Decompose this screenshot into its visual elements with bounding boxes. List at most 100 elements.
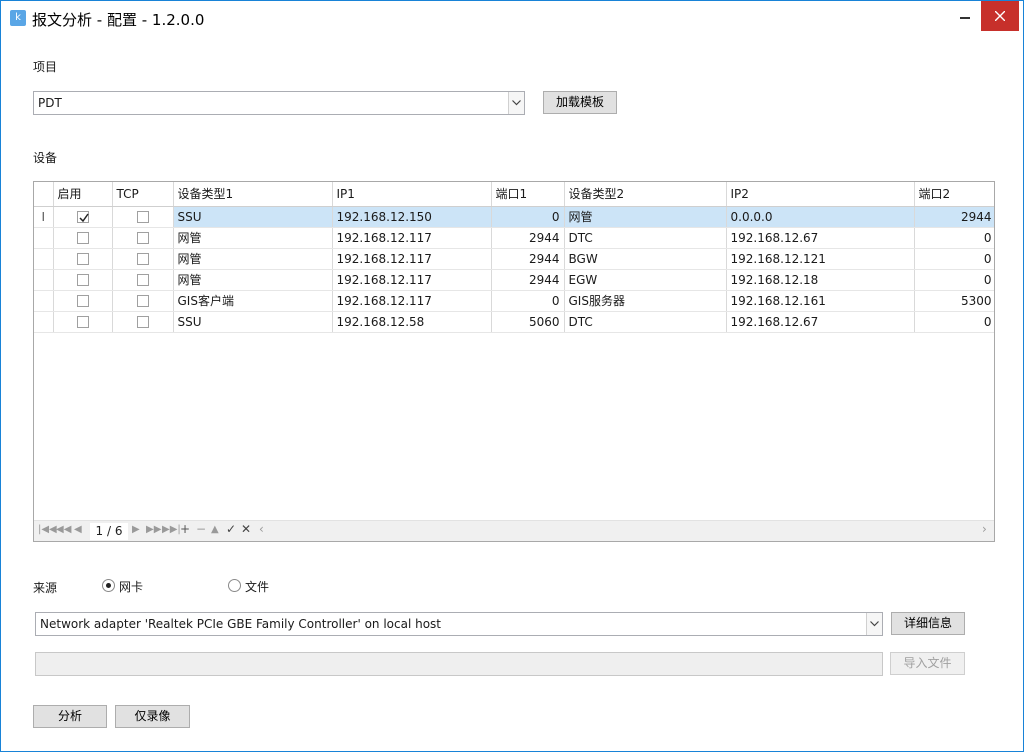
load-template-button[interactable]: 加载模板 <box>543 91 617 114</box>
scroll-left-icon[interactable]: ‹ <box>259 522 264 536</box>
prev-page-icon[interactable]: ◀◀ <box>56 524 71 535</box>
row-indicator[interactable] <box>34 269 54 291</box>
tcp-checkbox[interactable] <box>136 232 149 244</box>
cell-ip2[interactable]: 192.168.12.67 <box>726 311 915 333</box>
tcp-checkbox[interactable] <box>136 316 149 328</box>
cancel-edit-icon[interactable]: ✕ <box>241 522 251 536</box>
cell-port1[interactable]: 0 <box>491 206 565 228</box>
enabled-checkbox[interactable] <box>76 253 89 265</box>
cell-tcp[interactable] <box>112 311 174 333</box>
first-page-icon[interactable]: |◀◀ <box>38 524 57 535</box>
column-header-type2[interactable]: 设备类型2 <box>564 182 727 207</box>
row-indicator[interactable]: I <box>34 206 54 228</box>
close-button[interactable] <box>981 1 1019 31</box>
cell-ip2[interactable]: 0.0.0.0 <box>726 206 915 228</box>
enabled-checkbox[interactable] <box>76 232 89 244</box>
table-row[interactable]: GIS客户端 192.168.12.117 0 GIS服务器 192.168.12.16… <box>34 290 994 312</box>
import-file-button[interactable]: 导入文件 <box>890 652 965 675</box>
enabled-checkbox[interactable] <box>76 211 89 223</box>
cell-port2[interactable]: 0 <box>914 311 994 333</box>
row-indicator[interactable] <box>34 311 54 333</box>
cell-ip1[interactable]: 192.168.12.58 <box>332 311 492 333</box>
radio-network-card-label[interactable]: 网卡 <box>119 578 143 595</box>
column-header-ip2[interactable]: IP2 <box>726 182 915 207</box>
cell-tcp[interactable] <box>112 290 174 312</box>
cell-type1[interactable]: SSU <box>173 206 333 228</box>
cell-enabled[interactable] <box>53 290 113 312</box>
cell-type2[interactable]: BGW <box>564 248 727 270</box>
tcp-checkbox[interactable] <box>136 274 149 286</box>
next-page-icon[interactable]: ▶▶ <box>146 524 161 535</box>
table-row[interactable]: 网管 192.168.12.117 2944 EGW 192.168.12.18 0 <box>34 269 994 291</box>
cell-type2[interactable]: 网管 <box>564 206 727 228</box>
cell-port1[interactable]: 2944 <box>491 269 565 291</box>
cell-type2[interactable]: EGW <box>564 269 727 291</box>
next-row-icon[interactable]: ▶ <box>132 524 140 535</box>
remove-row-icon[interactable]: − <box>196 522 206 536</box>
column-header-port2[interactable]: 端口2 <box>914 182 994 207</box>
enabled-checkbox[interactable] <box>76 274 89 286</box>
table-row[interactable]: 网管 192.168.12.117 2944 DTC 192.168.12.67 0 <box>34 227 994 249</box>
cell-ip1[interactable]: 192.168.12.117 <box>332 290 492 312</box>
cell-type1[interactable]: 网管 <box>173 269 333 291</box>
edit-row-icon[interactable]: ▲ <box>211 524 219 535</box>
minimize-button[interactable] <box>949 1 979 31</box>
adapter-select[interactable]: Network adapter 'Realtek PCIe GBE Family… <box>35 612 883 636</box>
details-button[interactable]: 详细信息 <box>891 612 965 635</box>
cell-ip1[interactable]: 192.168.12.150 <box>332 206 492 228</box>
cell-port1[interactable]: 5060 <box>491 311 565 333</box>
column-header-port1[interactable]: 端口1 <box>491 182 565 207</box>
row-indicator[interactable] <box>34 290 54 312</box>
cell-enabled[interactable] <box>53 311 113 333</box>
tcp-checkbox[interactable] <box>136 295 149 307</box>
cell-enabled[interactable] <box>53 206 113 228</box>
cell-ip1[interactable]: 192.168.12.117 <box>332 227 492 249</box>
project-select[interactable]: PDT <box>33 91 525 115</box>
column-header-enabled[interactable]: 启用 <box>53 182 113 207</box>
cell-type2[interactable]: DTC <box>564 311 727 333</box>
record-only-button[interactable]: 仅录像 <box>115 705 190 728</box>
cell-tcp[interactable] <box>112 269 174 291</box>
enabled-checkbox[interactable] <box>76 295 89 307</box>
cell-tcp[interactable] <box>112 248 174 270</box>
cell-type1[interactable]: 网管 <box>173 227 333 249</box>
cell-ip2[interactable]: 192.168.12.161 <box>726 290 915 312</box>
file-path-field[interactable] <box>35 652 883 676</box>
last-page-icon[interactable]: ▶▶| <box>162 524 181 535</box>
table-row[interactable]: I SSU 192.168.12.150 0 网管 0.0.0.0 2944 <box>34 206 994 228</box>
project-dropdown-button[interactable] <box>508 92 524 114</box>
cell-port1[interactable]: 2944 <box>491 227 565 249</box>
row-indicator[interactable] <box>34 248 54 270</box>
row-indicator[interactable] <box>34 227 54 249</box>
column-header-ip1[interactable]: IP1 <box>332 182 492 207</box>
title-bar[interactable]: k 报文分析 - 配置 - 1.2.0.0 <box>1 1 1023 35</box>
cell-port2[interactable]: 2944 <box>914 206 994 228</box>
cell-ip2[interactable]: 192.168.12.67 <box>726 227 915 249</box>
radio-file[interactable] <box>228 579 241 592</box>
scroll-right-icon[interactable]: › <box>982 522 987 536</box>
cell-type2[interactable]: GIS服务器 <box>564 290 727 312</box>
column-header-type1[interactable]: 设备类型1 <box>173 182 333 207</box>
tcp-checkbox[interactable] <box>136 253 149 265</box>
cell-enabled[interactable] <box>53 248 113 270</box>
tcp-checkbox[interactable] <box>136 211 149 223</box>
analyze-button[interactable]: 分析 <box>33 705 107 728</box>
cell-ip2[interactable]: 192.168.12.18 <box>726 269 915 291</box>
enabled-checkbox[interactable] <box>76 316 89 328</box>
column-header-tcp[interactable]: TCP <box>112 182 174 207</box>
cell-type1[interactable]: 网管 <box>173 248 333 270</box>
radio-network-card[interactable] <box>102 579 115 592</box>
cell-ip2[interactable]: 192.168.12.121 <box>726 248 915 270</box>
cell-port1[interactable]: 0 <box>491 290 565 312</box>
cell-type2[interactable]: DTC <box>564 227 727 249</box>
cell-ip1[interactable]: 192.168.12.117 <box>332 269 492 291</box>
cell-enabled[interactable] <box>53 227 113 249</box>
cell-enabled[interactable] <box>53 269 113 291</box>
table-row[interactable]: 网管 192.168.12.117 2944 BGW 192.168.12.121 0 <box>34 248 994 270</box>
cell-tcp[interactable] <box>112 227 174 249</box>
cell-port1[interactable]: 2944 <box>491 248 565 270</box>
add-row-icon[interactable]: + <box>180 522 190 536</box>
radio-file-label[interactable]: 文件 <box>245 578 269 595</box>
cell-port2[interactable]: 0 <box>914 248 994 270</box>
prev-row-icon[interactable]: ◀ <box>74 524 82 535</box>
